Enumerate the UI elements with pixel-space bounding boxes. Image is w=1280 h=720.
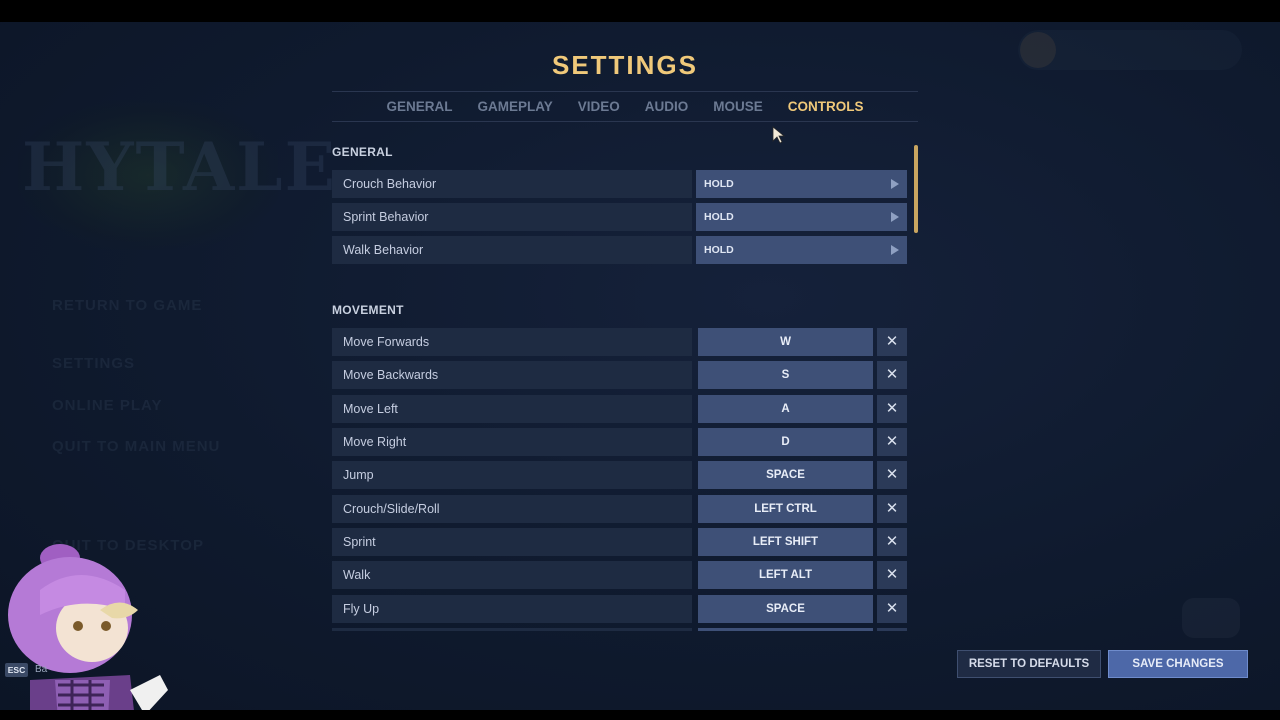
bg-menu-settings: SETTINGS	[52, 355, 136, 372]
tab-video[interactable]: VIDEO	[578, 99, 620, 114]
close-icon[interactable]: ✕	[877, 361, 907, 389]
keybind-crouch-slide-roll[interactable]: LEFT CTRL	[698, 495, 873, 523]
section-header-general: GENERAL	[332, 145, 393, 159]
keybind-move-forwards[interactable]: W	[698, 328, 873, 356]
tab-controls[interactable]: CONTROLS	[788, 99, 864, 114]
letterbox-bottom	[0, 710, 1280, 720]
close-icon[interactable]: ✕	[877, 395, 907, 423]
crouch-behavior-select[interactable]: HOLD	[696, 170, 907, 198]
esc-key-badge: ESC	[5, 663, 28, 677]
section-header-movement: MOVEMENT	[332, 303, 404, 317]
keybind-move-left[interactable]: A	[698, 395, 873, 423]
setting-label-crouch-behavior: Crouch Behavior	[332, 170, 692, 198]
keybind-sprint[interactable]: LEFT SHIFT	[698, 528, 873, 556]
mouse-cursor-icon	[772, 126, 786, 144]
scrollbar-thumb[interactable]	[914, 145, 918, 233]
bg-menu-quit-to-main-menu: QUIT TO MAIN MENU	[52, 438, 221, 455]
esc-hint-label: Ba	[35, 664, 48, 675]
partially-visible-row	[332, 628, 907, 631]
page-title: SETTINGS	[551, 50, 698, 80]
close-icon[interactable]: ✕	[877, 328, 907, 356]
setting-label-walk-behavior: Walk Behavior	[332, 236, 692, 264]
save-changes-button[interactable]: SAVE CHANGES	[1108, 650, 1248, 678]
settings-tabs: GENERAL GAMEPLAY VIDEO AUDIO MOUSE CONTR…	[332, 91, 918, 122]
close-icon[interactable]: ✕	[877, 495, 907, 523]
select-value: HOLD	[704, 244, 734, 256]
triangle-right-icon	[891, 179, 899, 189]
bg-menu-online-play: ONLINE PLAY	[52, 397, 163, 414]
close-icon[interactable]: ✕	[877, 595, 907, 623]
close-icon[interactable]: ✕	[877, 561, 907, 589]
select-value: HOLD	[704, 178, 734, 190]
keybind-label-crouch-slide-roll: Crouch/Slide/Roll	[332, 495, 692, 523]
keybind-jump[interactable]: SPACE	[698, 461, 873, 489]
keybind-label-move-backwards: Move Backwards	[332, 361, 692, 389]
game-logo: HYTALE	[22, 128, 337, 206]
keybind-label-move-left: Move Left	[332, 395, 692, 423]
keybind-label-move-right: Move Right	[332, 428, 692, 456]
tab-general[interactable]: GENERAL	[386, 99, 452, 114]
sprint-behavior-select[interactable]: HOLD	[696, 203, 907, 231]
background-decoration	[1182, 598, 1240, 638]
keybind-move-right[interactable]: D	[698, 428, 873, 456]
row-fragment	[698, 628, 873, 631]
tab-mouse[interactable]: MOUSE	[713, 99, 763, 114]
keybind-move-backwards[interactable]: S	[698, 361, 873, 389]
row-fragment	[877, 628, 907, 631]
reset-to-defaults-button[interactable]: RESET TO DEFAULTS	[957, 650, 1101, 678]
keybind-label-sprint: Sprint	[332, 528, 692, 556]
bg-menu-return-to-game: RETURN TO GAME	[52, 297, 203, 314]
keybind-label-move-forwards: Move Forwards	[332, 328, 692, 356]
row-fragment	[332, 628, 692, 631]
keybind-label-walk: Walk	[332, 561, 692, 589]
close-icon[interactable]: ✕	[877, 428, 907, 456]
streamer-avatar-overlay	[8, 544, 168, 720]
tab-audio[interactable]: AUDIO	[645, 99, 689, 114]
walk-behavior-select[interactable]: HOLD	[696, 236, 907, 264]
triangle-right-icon	[891, 245, 899, 255]
keybind-walk[interactable]: LEFT ALT	[698, 561, 873, 589]
setting-label-sprint-behavior: Sprint Behavior	[332, 203, 692, 231]
letterbox-top	[0, 0, 1280, 22]
keybind-label-fly-up: Fly Up	[332, 595, 692, 623]
close-icon[interactable]: ✕	[877, 528, 907, 556]
select-value: HOLD	[704, 211, 734, 223]
triangle-right-icon	[891, 212, 899, 222]
tab-gameplay[interactable]: GAMEPLAY	[477, 99, 552, 114]
keybind-label-jump: Jump	[332, 461, 692, 489]
close-icon[interactable]: ✕	[877, 461, 907, 489]
keybind-fly-up[interactable]: SPACE	[698, 595, 873, 623]
